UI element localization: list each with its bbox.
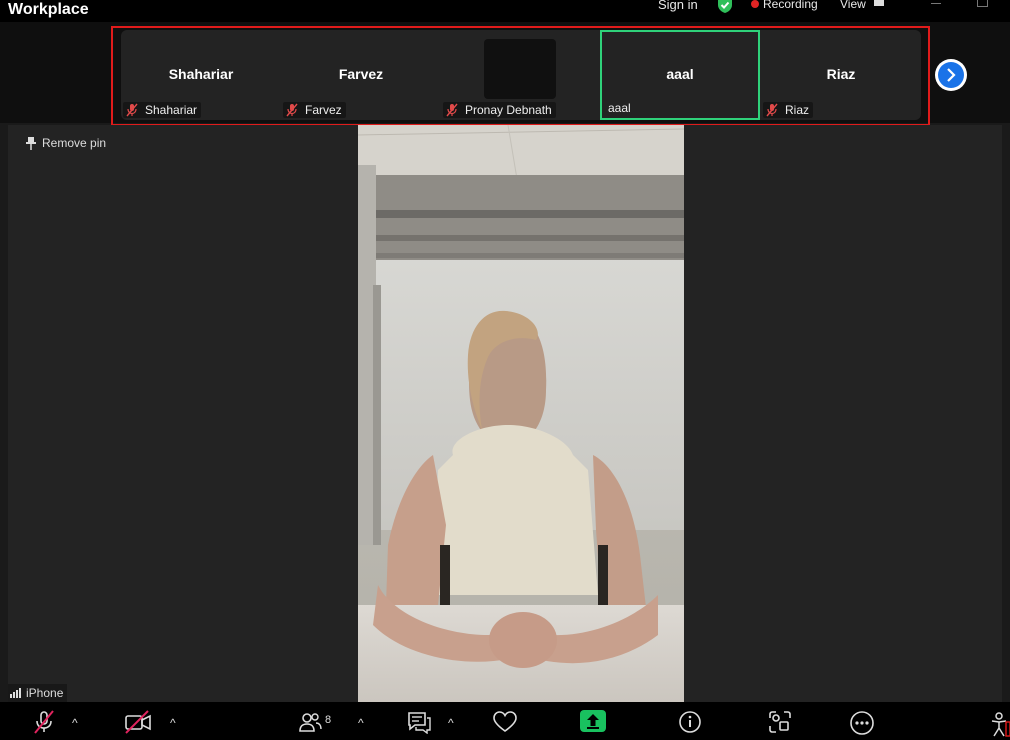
participant-name: Riaz <box>826 66 856 82</box>
next-page-button[interactable] <box>935 59 967 91</box>
participant-tile-aaal[interactable]: aaal aaal <box>600 30 760 120</box>
participant-tile-farvez[interactable]: Farvez Farvez <box>281 30 441 120</box>
participant-name: Farvez <box>338 66 384 82</box>
audio-options-caret[interactable]: ^ <box>72 716 78 730</box>
pinned-participant-video <box>358 125 684 702</box>
title-bar: Workplace Sign in Recording View <box>0 0 1010 22</box>
participant-label: aaal <box>606 100 635 116</box>
info-icon[interactable] <box>678 710 702 734</box>
view-button[interactable]: View <box>840 0 866 11</box>
signal-icon <box>10 688 22 698</box>
chevron-right-icon <box>938 62 964 88</box>
minimize-button[interactable] <box>931 3 941 4</box>
apps-icon[interactable] <box>768 710 792 734</box>
recording-label[interactable]: Recording <box>763 0 818 11</box>
participant-label-text: Riaz <box>785 103 810 117</box>
participant-label: Pronay Debnath <box>443 102 556 118</box>
video-off-icon[interactable] <box>124 710 152 734</box>
app-title: Workplace <box>8 1 89 18</box>
mic-muted-icon <box>126 103 138 117</box>
participant-tile-riaz[interactable]: Riaz Riaz <box>761 30 921 120</box>
participant-label-text: aaal <box>608 101 631 115</box>
video-options-caret[interactable]: ^ <box>170 716 176 730</box>
meeting-toolbar: ^ ^ 8 ^ ^ <box>0 702 1010 740</box>
shield-check-icon[interactable] <box>716 0 734 14</box>
remove-pin-button[interactable]: Remove pin <box>26 136 106 150</box>
participants-icon[interactable] <box>298 710 322 734</box>
participant-label-text: Pronay Debnath <box>465 103 552 117</box>
view-grid-icon[interactable] <box>874 0 884 6</box>
participant-name: aaal <box>666 66 694 82</box>
mic-muted-icon <box>766 103 778 117</box>
participant-video-thumbnail <box>484 39 556 99</box>
mic-muted-icon <box>446 103 458 117</box>
more-icon[interactable] <box>849 710 875 736</box>
participant-name: Shahariar <box>168 66 234 82</box>
mic-muted-icon[interactable] <box>32 710 56 734</box>
participant-label: Farvez <box>283 102 346 118</box>
participant-tile-shahariar[interactable]: Shahariar Shahariar <box>121 30 281 120</box>
sign-in-link[interactable]: Sign in <box>658 0 698 12</box>
device-label-text: iPhone <box>26 686 64 700</box>
participant-label-text: Farvez <box>305 103 342 117</box>
chat-icon[interactable] <box>406 710 432 734</box>
participant-label: Shahariar <box>123 102 202 118</box>
participant-label-text: Shahariar <box>145 103 198 117</box>
participant-strip: Shahariar Shahariar Farvez Farvez Pronay… <box>121 30 921 120</box>
chat-options-caret[interactable]: ^ <box>448 716 454 730</box>
participants-options-caret[interactable]: ^ <box>358 716 364 730</box>
device-label: iPhone <box>8 684 68 702</box>
participants-count: 8 <box>325 714 332 726</box>
participant-tile-pronay-debnath[interactable]: Pronay Debnath <box>441 30 601 120</box>
accessibility-icon[interactable] <box>988 712 1010 738</box>
heart-icon[interactable] <box>492 710 518 734</box>
share-screen-icon[interactable] <box>580 710 606 732</box>
mic-muted-icon <box>286 103 298 117</box>
main-video-area: Remove pin iPhone <box>8 125 1002 702</box>
record-icon <box>751 0 759 8</box>
maximize-button[interactable] <box>977 0 988 7</box>
participant-label: Riaz <box>763 102 814 118</box>
pin-icon <box>26 136 36 150</box>
remove-pin-label: Remove pin <box>42 136 107 150</box>
